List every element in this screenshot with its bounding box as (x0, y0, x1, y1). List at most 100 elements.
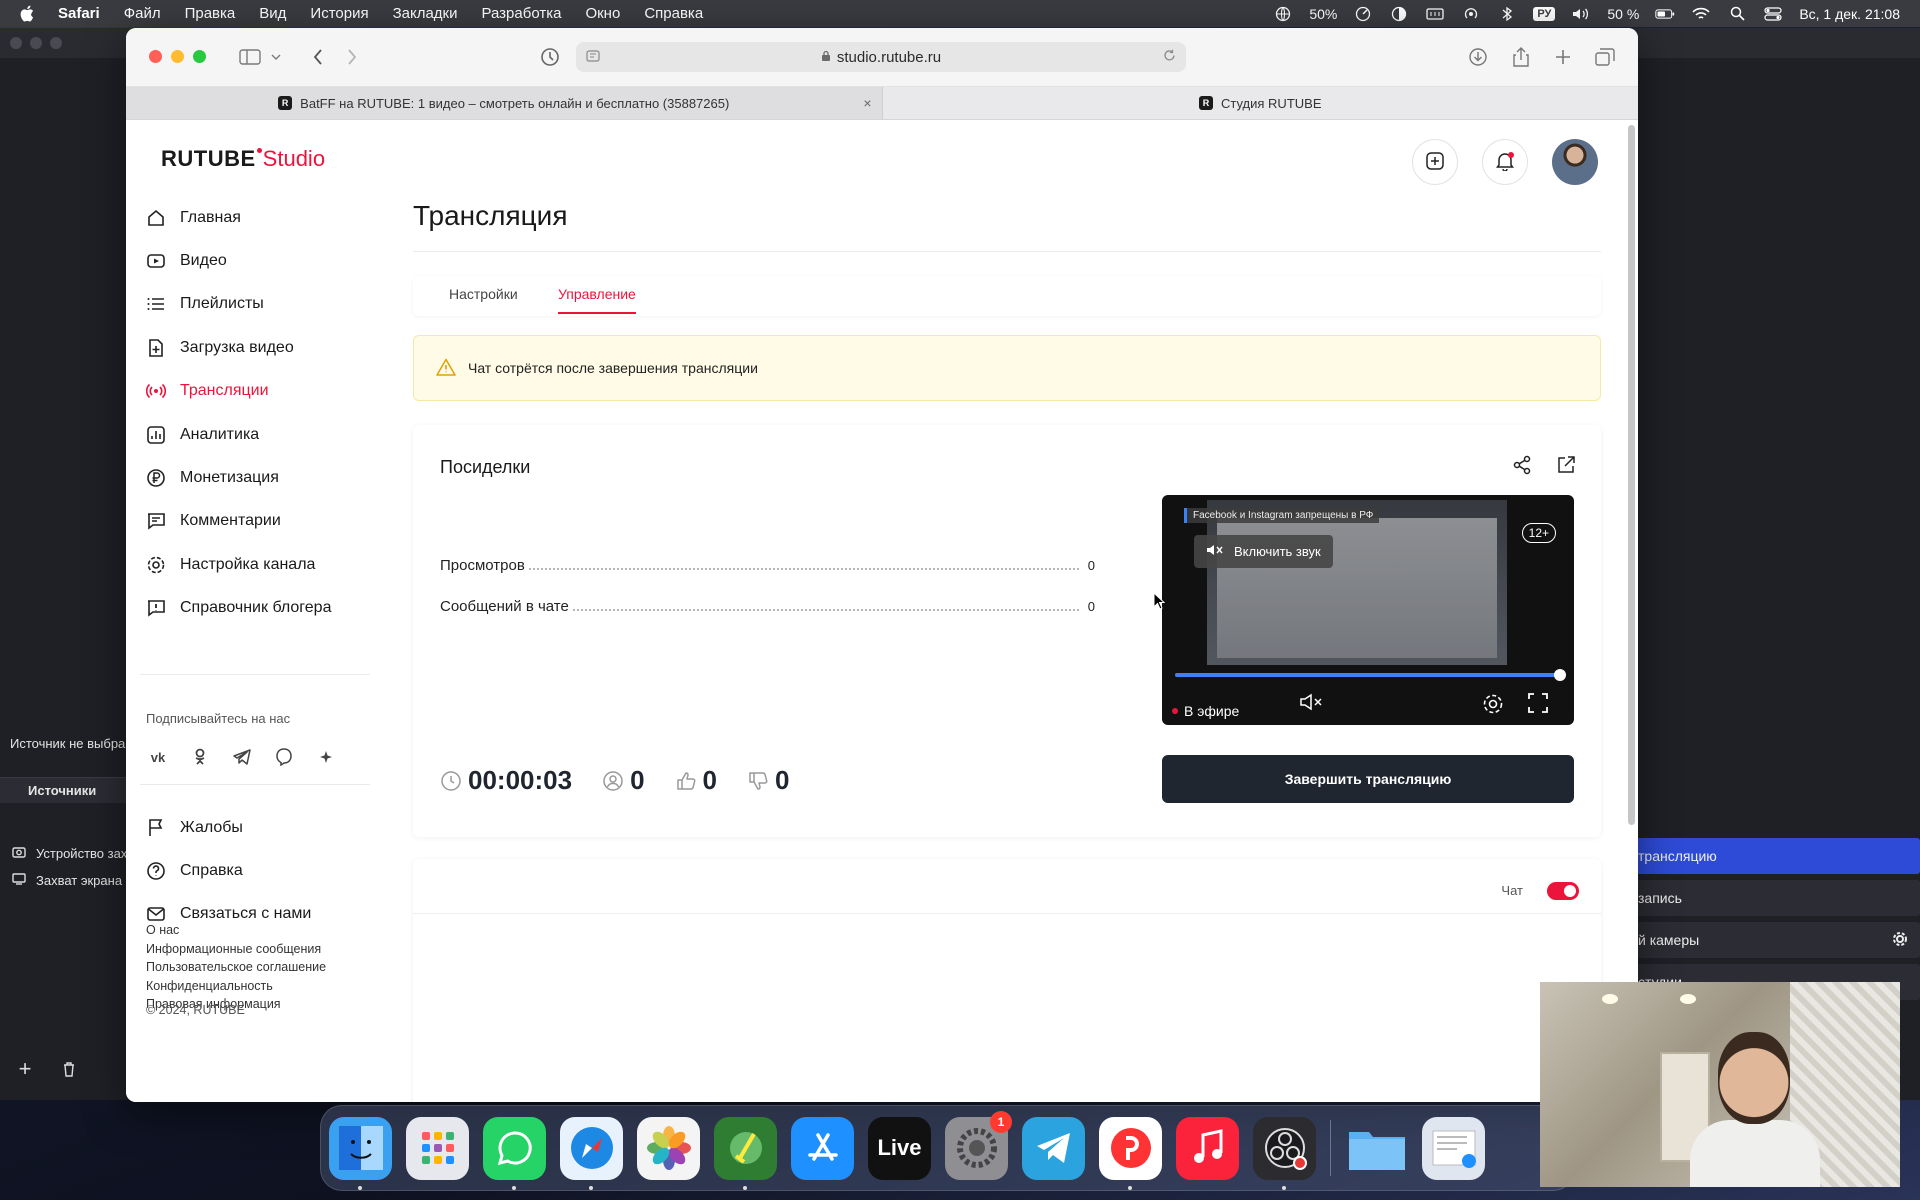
rutube-studio-logo[interactable]: RUTUBE Studio (161, 146, 325, 172)
sidebar-item-analytics[interactable]: Аналитика (146, 413, 346, 456)
menu-window[interactable]: Окно (585, 5, 620, 22)
footer-link-terms[interactable]: Пользовательское соглашение (146, 958, 326, 977)
footer-link-about[interactable]: О нас (146, 921, 326, 940)
download-icon[interactable] (1466, 46, 1490, 68)
photos-icon[interactable] (637, 1116, 700, 1180)
viber-icon[interactable] (270, 743, 298, 771)
external-link-icon[interactable] (1556, 455, 1576, 478)
close-window-button[interactable] (149, 50, 162, 63)
tab-overview-icon[interactable] (1593, 46, 1617, 68)
forward-icon[interactable] (340, 46, 364, 68)
add-content-button[interactable] (1412, 139, 1458, 185)
sidebar-item-guide[interactable]: Справочник блогера (146, 587, 346, 630)
minimize-window-button[interactable] (171, 50, 184, 63)
tab-settings[interactable]: Настройки (449, 286, 518, 302)
page-menu-icon[interactable] (586, 49, 600, 66)
menu-file[interactable]: Файл (124, 5, 161, 22)
whatsapp-icon[interactable] (483, 1116, 546, 1190)
menu-view[interactable]: Вид (259, 5, 286, 22)
tab-management[interactable]: Управление (558, 286, 636, 314)
menu-edit[interactable]: Правка (185, 5, 236, 22)
bluetooth-icon[interactable] (1497, 6, 1517, 22)
obs-start-recording-button[interactable]: запись (1630, 880, 1920, 916)
obs-icon[interactable] (1253, 1116, 1316, 1190)
wifi-icon[interactable] (1691, 6, 1711, 22)
sidebar-item-broadcasts[interactable]: Трансляции (146, 370, 346, 413)
browser-tab[interactable]: R BatFF на RUTUBE: 1 видео – смотреть он… (126, 87, 883, 119)
close-icon[interactable]: × (863, 95, 871, 111)
menu-app-name[interactable]: Safari (58, 5, 100, 22)
sidebar-toggle-icon[interactable] (238, 46, 262, 68)
footer-link-privacy[interactable]: Конфиденциальность (146, 977, 326, 996)
ok-icon[interactable] (186, 743, 214, 771)
finder-icon[interactable] (329, 1116, 392, 1190)
sidebar-item-monetization[interactable]: Монетизация (146, 456, 346, 499)
page-scrollbar[interactable] (1628, 125, 1635, 825)
display-icon[interactable] (1389, 6, 1409, 22)
input-language-badge[interactable]: РУ (1533, 6, 1556, 21)
gear-icon[interactable] (1482, 693, 1504, 718)
launchpad-icon[interactable] (406, 1116, 469, 1180)
sidebar-item-playlists[interactable]: Плейлисты (146, 283, 346, 326)
obs-virtual-camera-button[interactable]: й камеры (1630, 922, 1920, 958)
sidebar-item-channel-settings[interactable]: Настройка канала (146, 543, 346, 586)
telegram-icon[interactable] (228, 743, 256, 771)
globe-icon[interactable] (1273, 6, 1293, 22)
back-icon[interactable] (306, 46, 330, 68)
music-icon[interactable] (1176, 1116, 1239, 1180)
obs-source-item[interactable]: Устройство захвата (12, 846, 126, 861)
finish-stream-button[interactable]: Завершить трансляцию (1162, 755, 1574, 803)
system-settings-icon[interactable]: 1 (945, 1110, 1012, 1180)
chat-toggle[interactable] (1547, 882, 1579, 900)
telegram-icon[interactable] (1022, 1116, 1085, 1180)
battery-icon[interactable] (1655, 6, 1675, 22)
footer-link-info[interactable]: Информационные сообщения (146, 940, 326, 959)
sidebar-item-home[interactable]: Главная (146, 196, 346, 239)
sidebar-item-comments[interactable]: Комментарии (146, 500, 346, 543)
menu-help[interactable]: Справка (644, 5, 703, 22)
sidebar-item-upload[interactable]: Загрузка видео (146, 326, 346, 369)
vk-icon[interactable]: vk (144, 743, 172, 771)
menu-bookmarks[interactable]: Закладки (393, 5, 458, 22)
sidebar-item-help[interactable]: Справка (146, 849, 346, 892)
live-icon[interactable]: Live (868, 1116, 931, 1180)
fullscreen-icon[interactable] (1528, 693, 1548, 716)
cleaner-icon[interactable] (714, 1116, 777, 1190)
add-icon[interactable]: + (14, 1056, 36, 1081)
apple-icon[interactable] (20, 5, 36, 23)
sidebar-item-video[interactable]: Видео (146, 239, 346, 282)
obs-start-streaming-button[interactable]: трансляцию (1630, 838, 1920, 874)
volume-icon[interactable] (1571, 6, 1591, 22)
plus-icon[interactable] (312, 743, 340, 771)
folder-icon[interactable] (1345, 1117, 1408, 1180)
share-icon[interactable] (1512, 455, 1532, 478)
appstore-icon[interactable] (791, 1116, 854, 1180)
privacy-report-icon[interactable] (538, 46, 562, 68)
search-icon[interactable] (1727, 6, 1747, 22)
notifications-button[interactable] (1482, 139, 1528, 185)
share-icon[interactable] (1509, 46, 1533, 68)
chevron-down-icon[interactable] (264, 46, 288, 68)
avatar[interactable] (1552, 139, 1598, 185)
airdrop-icon[interactable] (1461, 6, 1481, 22)
player-progress-bar[interactable] (1175, 673, 1560, 677)
address-bar[interactable]: studio.rutube.ru (576, 42, 1186, 72)
video-player[interactable]: Facebook и Instagram запрещены в РФ 12+ … (1162, 495, 1574, 725)
volume-mute-icon[interactable] (1300, 693, 1326, 714)
unmute-button[interactable]: Включить звук (1194, 535, 1333, 568)
sidebar-item-complaints[interactable]: Жалобы (146, 806, 346, 849)
gear-icon[interactable] (1892, 931, 1908, 950)
obs-source-item[interactable]: Захват экрана (12, 873, 126, 888)
downloads-icon[interactable] (1422, 1116, 1485, 1180)
memory-icon[interactable] (1425, 6, 1445, 22)
player-progress-knob[interactable] (1554, 669, 1566, 681)
control-center-icon[interactable] (1763, 6, 1783, 22)
new-tab-icon[interactable] (1551, 46, 1575, 68)
reload-icon[interactable] (1163, 49, 1176, 66)
menubar-clock[interactable]: Вс, 1 дек. 21:08 (1799, 6, 1900, 22)
speedometer-icon[interactable] (1353, 6, 1373, 22)
menu-develop[interactable]: Разработка (482, 5, 562, 22)
zoom-window-button[interactable] (193, 50, 206, 63)
menu-history[interactable]: История (310, 5, 368, 22)
safari-icon[interactable] (560, 1116, 623, 1190)
